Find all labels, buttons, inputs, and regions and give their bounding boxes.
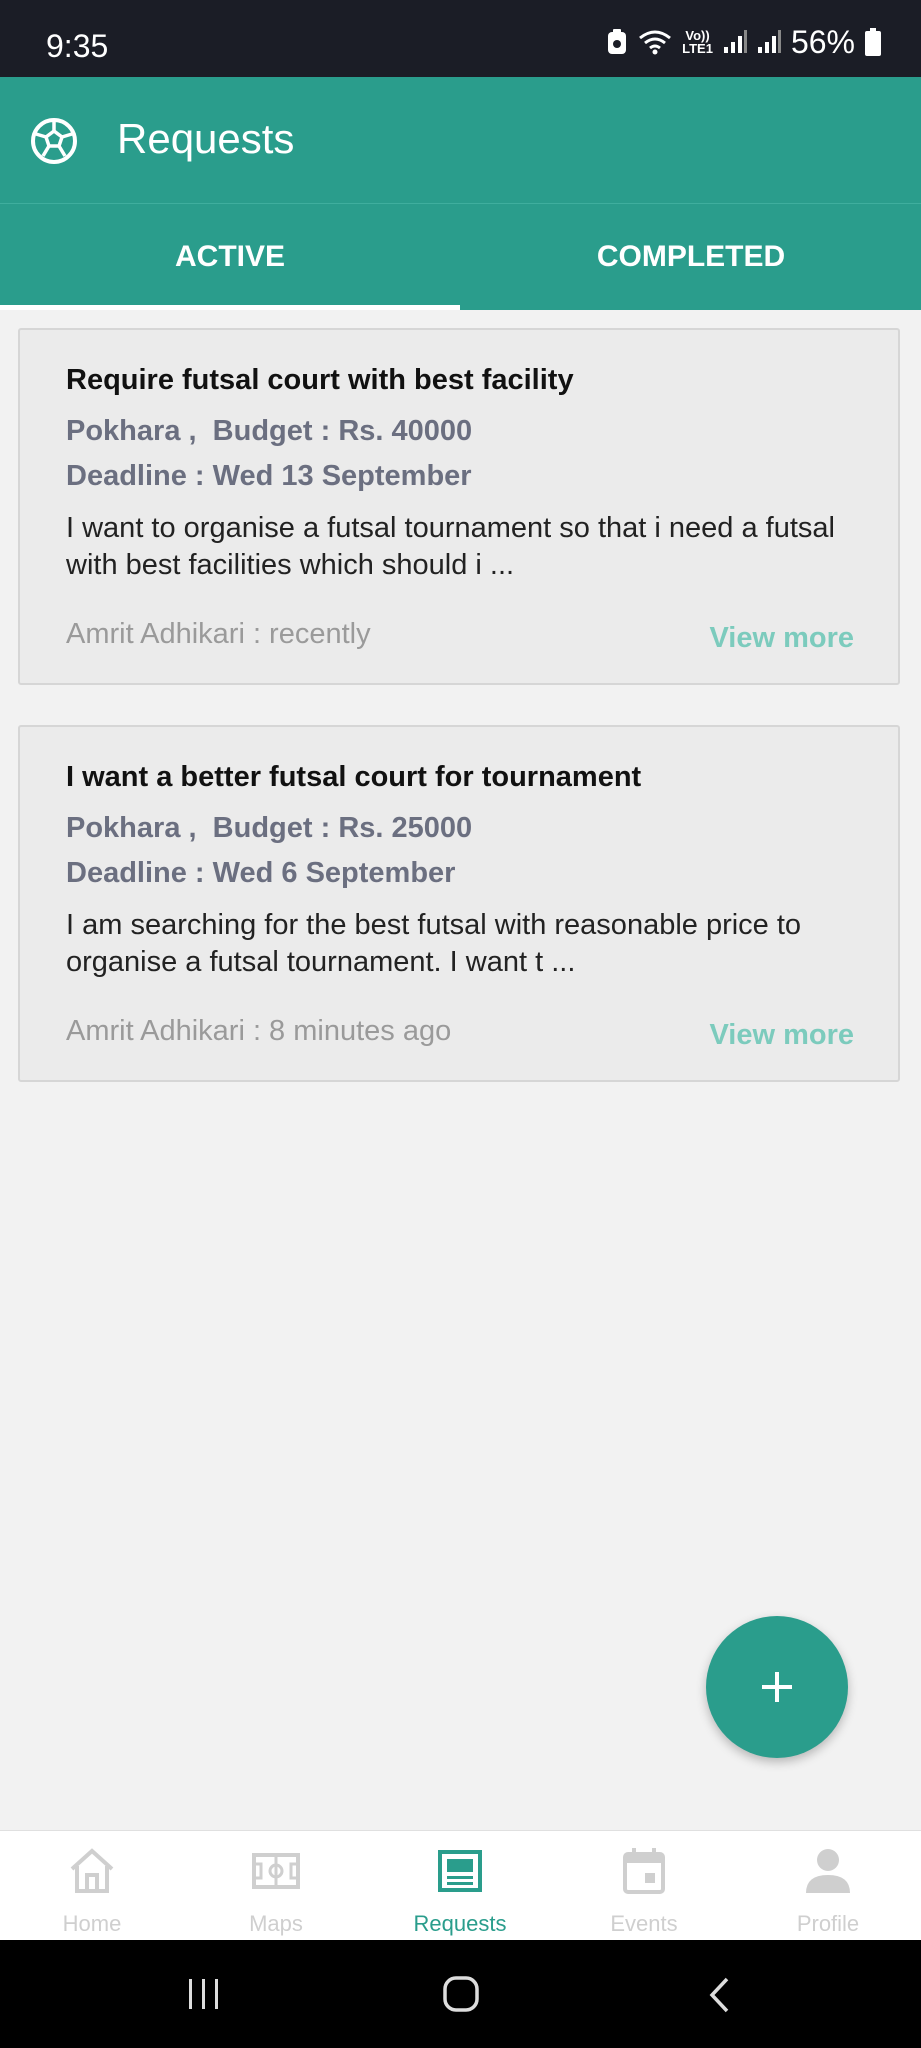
- status-bar: 9:35 Vo)) LTE1 56%: [0, 0, 921, 77]
- lte-label: Vo)) LTE1: [682, 28, 713, 56]
- request-card[interactable]: Require futsal court with best facility …: [18, 328, 900, 685]
- nav-label: Profile: [796, 1911, 860, 1936]
- tab-indicator: [0, 305, 460, 310]
- nav-label: Home: [62, 1911, 122, 1936]
- request-location-budget: Pokhara , Budget : Rs. 25000: [66, 812, 473, 844]
- request-deadline: Deadline : Wed 6 September: [66, 857, 456, 889]
- request-location-budget: Pokhara , Budget : Rs. 40000: [66, 415, 473, 447]
- battery-icon: [865, 28, 881, 56]
- signal-icon-1: [723, 30, 747, 53]
- nav-maps[interactable]: Maps: [184, 1831, 368, 1941]
- nav-profile[interactable]: Profile: [736, 1831, 920, 1941]
- wifi-icon: [639, 30, 672, 55]
- request-title: I want a better futsal court for tournam…: [66, 761, 642, 793]
- tab-label: COMPLETED: [596, 240, 786, 273]
- request-author: Amrit Adhikari : 8 minutes ago: [66, 1015, 452, 1047]
- calendar-icon: [623, 1848, 665, 1894]
- request-description: I am searching for the best futsal with …: [66, 909, 802, 978]
- recent-apps-icon[interactable]: [186, 1977, 222, 2011]
- add-request-button[interactable]: [706, 1616, 848, 1758]
- nav-label: Events: [610, 1911, 678, 1936]
- system-navigation-bar: [0, 1940, 921, 2048]
- person-icon: [806, 1849, 850, 1893]
- back-icon[interactable]: [706, 1976, 732, 2014]
- request-deadline: Deadline : Wed 13 September: [66, 460, 472, 492]
- tab-bar: ACTIVE COMPLETED: [0, 203, 921, 310]
- soccer-ball-icon: [31, 118, 77, 164]
- status-time: 9:35: [46, 28, 109, 64]
- requests-icon: [438, 1850, 482, 1892]
- nav-label: Maps: [249, 1911, 303, 1936]
- status-icons: Vo)) LTE1 56%: [606, 22, 881, 62]
- view-more-button[interactable]: View more: [709, 622, 854, 655]
- home-button-icon[interactable]: [442, 1975, 480, 2013]
- plus-icon: [762, 1672, 792, 1702]
- signal-icon-2: [757, 30, 781, 53]
- nav-requests[interactable]: Requests: [368, 1831, 552, 1941]
- field-map-icon: [252, 1853, 300, 1889]
- app-bar: Requests: [0, 77, 921, 203]
- bottom-navigation: Home Maps Requests Events Profile: [0, 1830, 921, 1941]
- view-more-button[interactable]: View more: [709, 1019, 854, 1052]
- nav-home[interactable]: Home: [0, 1831, 184, 1941]
- nav-label: Requests: [413, 1911, 507, 1936]
- page-title: Requests: [117, 115, 295, 162]
- tab-label: ACTIVE: [174, 240, 285, 273]
- nav-events[interactable]: Events: [552, 1831, 736, 1941]
- home-icon: [70, 1848, 114, 1893]
- request-card[interactable]: I want a better futsal court for tournam…: [18, 725, 900, 1082]
- notification-icon: [608, 29, 627, 54]
- request-description: I want to organise a futsal tournament s…: [66, 512, 835, 581]
- request-author: Amrit Adhikari : recently: [66, 618, 371, 650]
- request-title: Require futsal court with best facility: [66, 364, 574, 396]
- battery-level: 56%: [790, 23, 855, 60]
- tab-completed[interactable]: COMPLETED: [461, 204, 921, 310]
- tab-active[interactable]: ACTIVE: [0, 204, 460, 310]
